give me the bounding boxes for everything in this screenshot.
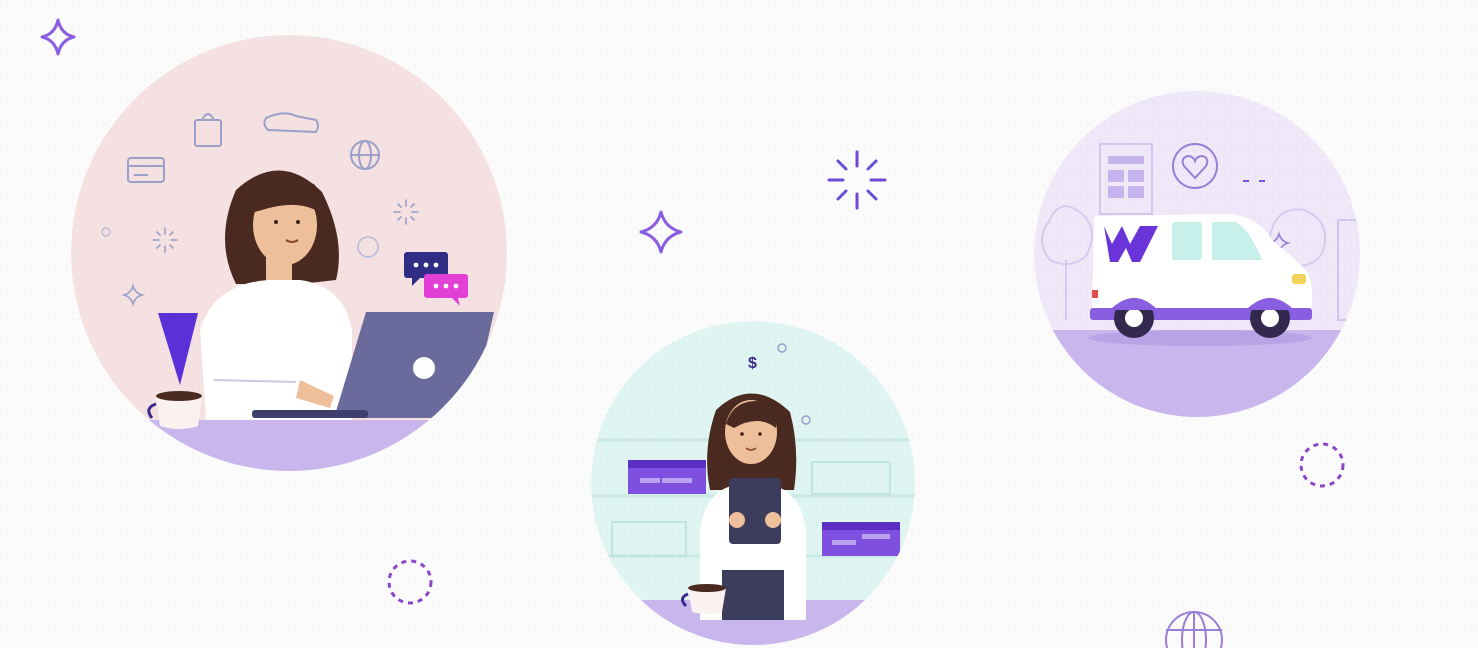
dollar-icon: $ (748, 355, 757, 372)
box-icon (822, 522, 900, 556)
illustration-canvas: $ (0, 0, 1478, 648)
box-icon (628, 460, 706, 494)
